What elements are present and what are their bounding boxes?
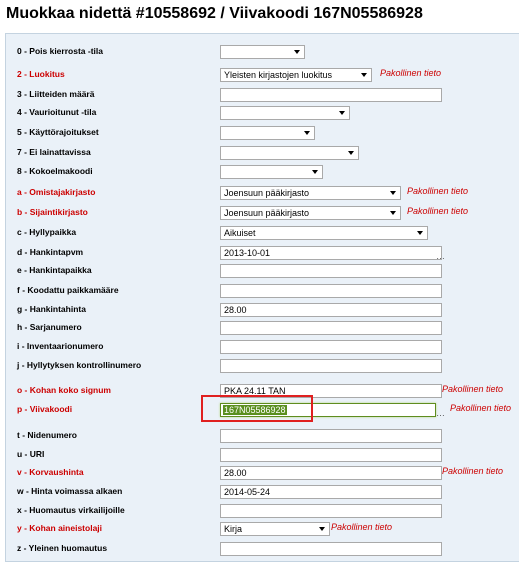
field-label: b - Sijaintikirjasto — [17, 207, 88, 217]
attachments-input[interactable] — [220, 88, 442, 102]
ellipsis-icon: … — [436, 408, 445, 418]
field-label: i - Inventaarionumero — [17, 341, 104, 351]
select-value: Yleisten kirjastojen luokitus — [224, 70, 333, 80]
field-label: 4 - Vaurioitunut -tila — [17, 107, 97, 117]
replacement-price-input[interactable]: 28.00 — [220, 466, 442, 480]
required-note: Pakollinen tieto — [407, 186, 469, 196]
damaged-select[interactable] — [220, 106, 350, 120]
chevron-down-icon — [390, 191, 396, 195]
field-label: 7 - Ei lainattavissa — [17, 147, 91, 157]
use-restrictions-select[interactable] — [220, 126, 315, 140]
chevron-down-icon — [361, 73, 367, 77]
page-title: Muokkaa nidettä #10558692 / Viivakoodi 1… — [6, 5, 423, 22]
barcode-highlight-annotation — [201, 395, 313, 422]
acquisition-date-input[interactable]: 2013-10-01 — [220, 246, 442, 260]
field-label: p - Viivakoodi — [17, 404, 73, 414]
chevron-down-icon — [417, 231, 423, 235]
public-note-input[interactable] — [220, 542, 442, 556]
field-label: 5 - Käyttörajoitukset — [17, 127, 99, 137]
chevron-down-icon — [294, 50, 300, 54]
chevron-down-icon — [304, 131, 310, 135]
field-label: z - Yleinen huomautus — [17, 543, 108, 553]
field-label: w - Hinta voimassa alkaen — [17, 486, 123, 496]
holding-library-select[interactable]: Joensuun pääkirjasto — [220, 206, 401, 220]
collection-code-select[interactable] — [220, 165, 323, 179]
inventory-number-input[interactable] — [220, 340, 442, 354]
field-label: 0 - Pois kierrosta -tila — [17, 46, 103, 56]
uri-input[interactable] — [220, 448, 442, 462]
field-label: t - Nidenumero — [17, 430, 77, 440]
item-edit-form: 0 - Pois kierrosta -tila 2 - Luokitus Yl… — [5, 33, 519, 562]
field-label: d - Hankintapvm — [17, 247, 84, 257]
chevron-down-icon — [312, 170, 318, 174]
field-label: a - Omistajakirjasto — [17, 187, 96, 197]
field-label: x - Huomautus virkailijoille — [17, 505, 125, 515]
acquisition-source-input[interactable] — [220, 264, 442, 278]
required-note: Pakollinen tieto — [380, 68, 442, 78]
required-note: Pakollinen tieto — [442, 466, 504, 476]
serial-number-input[interactable] — [220, 321, 442, 335]
coded-location-input[interactable] — [220, 284, 442, 298]
shelving-location-select[interactable]: Aikuiset — [220, 226, 428, 240]
field-label: 8 - Kokoelmakoodi — [17, 166, 93, 176]
field-label: e - Hankintapaikka — [17, 265, 92, 275]
field-label: 3 - Liitteiden määrä — [17, 89, 95, 99]
field-label: u - URI — [17, 449, 45, 459]
price-effective-from-input[interactable]: 2014-05-24 — [220, 485, 442, 499]
purchase-price-input[interactable]: 28.00 — [220, 303, 442, 317]
required-note: Pakollinen tieto — [331, 522, 393, 532]
withdrawn-select[interactable] — [220, 45, 305, 59]
field-label: o - Kohan koko signum — [17, 385, 111, 395]
chevron-down-icon — [339, 111, 345, 115]
chevron-down-icon — [390, 211, 396, 215]
required-note: Pakollinen tieto — [450, 403, 512, 413]
field-label: 2 - Luokitus — [17, 69, 65, 79]
field-label: f - Koodattu paikkamääre — [17, 285, 119, 295]
item-type-select[interactable]: Kirja — [220, 522, 330, 536]
copy-number-input[interactable] — [220, 429, 442, 443]
field-label: h - Sarjanumero — [17, 322, 82, 332]
chevron-down-icon — [348, 151, 354, 155]
field-label: g - Hankintahinta — [17, 304, 86, 314]
required-note: Pakollinen tieto — [442, 384, 504, 394]
field-label: j - Hyllytyksen kontrollinumero — [17, 360, 142, 370]
select-value: Kirja — [224, 524, 243, 534]
select-value: Joensuun pääkirjasto — [224, 208, 310, 218]
chevron-down-icon — [319, 527, 325, 531]
field-label: v - Korvaushinta — [17, 467, 84, 477]
select-value: Aikuiset — [224, 228, 256, 238]
staff-note-input[interactable] — [220, 504, 442, 518]
shelving-control-number-input[interactable] — [220, 359, 442, 373]
required-note: Pakollinen tieto — [407, 206, 469, 216]
select-value: Joensuun pääkirjasto — [224, 188, 310, 198]
home-library-select[interactable]: Joensuun pääkirjasto — [220, 186, 401, 200]
not-for-loan-select[interactable] — [220, 146, 359, 160]
ellipsis-icon: … — [436, 251, 445, 261]
field-label: c - Hyllypaikka — [17, 227, 77, 237]
field-label: y - Kohan aineistolaji — [17, 523, 103, 533]
classification-select[interactable]: Yleisten kirjastojen luokitus — [220, 68, 372, 82]
